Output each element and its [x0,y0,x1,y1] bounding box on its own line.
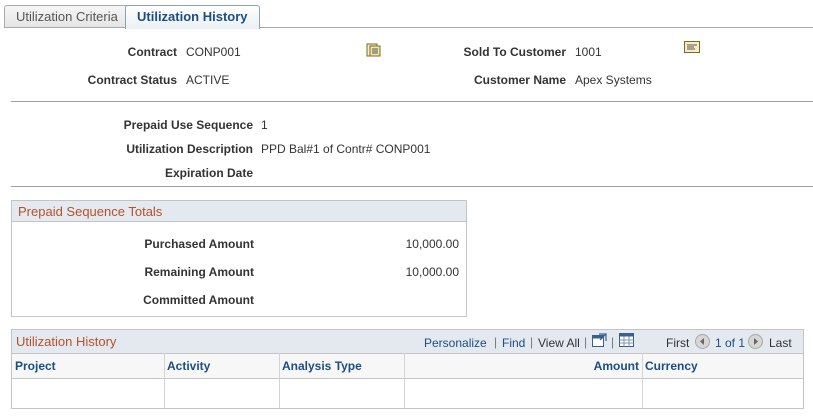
tab-utilization-criteria[interactable]: Utilization Criteria [4,5,130,28]
section-divider-top [11,101,813,102]
last-link[interactable]: Last [769,336,792,350]
utilization-description-value: PPD Bal#1 of Contr# CONP001 [261,142,431,156]
toolbar-separator: | [584,335,588,349]
utilization-description-label: Utilization Description [126,142,253,156]
address-card-icon[interactable] [684,40,700,54]
grid-column-headers: Project Activity Analysis Type Amount Cu… [12,353,803,379]
toolbar-separator: | [494,335,498,349]
column-divider [642,353,643,408]
column-divider [404,353,405,408]
row-range: 1 of 1 [715,336,746,350]
prepaid-sequence-totals-header: Prepaid Sequence Totals [12,201,466,222]
column-currency[interactable]: Currency [642,354,803,378]
toolbar-separator: | [530,335,534,349]
utilization-history-grid-title: Utilization History [16,334,117,349]
first-link[interactable]: First [666,336,689,350]
contract-value: CONP001 [186,45,241,59]
column-project[interactable]: Project [12,354,164,378]
section-divider-middle [11,186,813,187]
tab-utilization-history[interactable]: Utilization History [125,5,260,29]
prepaid-use-sequence-value: 1 [261,118,268,132]
prepaid-use-sequence-label: Prepaid Use Sequence [123,118,253,132]
sold-to-customer-label: Sold To Customer [463,45,566,59]
remaining-amount-value: 10,000.00 [405,265,459,279]
column-amount[interactable]: Amount [404,354,642,378]
remaining-amount-label: Remaining Amount [144,265,254,279]
column-divider [279,353,280,408]
customer-name-value: Apex Systems [575,73,652,87]
prepaid-sequence-totals-title: Prepaid Sequence Totals [18,204,163,219]
spreadsheet-icon[interactable] [619,333,634,347]
new-window-icon[interactable] [592,333,607,347]
tab-utilization-history-label: Utilization History [137,9,248,24]
purchased-amount-label: Purchased Amount [144,237,254,251]
personalize-link[interactable]: Personalize [424,336,487,350]
expiration-date-label: Expiration Date [164,166,253,180]
column-divider [164,353,165,408]
contract-status-label: Contract Status [87,73,177,87]
view-all-link[interactable]: View All [538,336,580,350]
customer-name-label: Customer Name [473,73,566,87]
contract-label: Contract [127,45,177,59]
column-activity[interactable]: Activity [164,354,279,378]
arrow-left-icon[interactable] [695,334,710,349]
contract-status-value: ACTIVE [186,73,230,87]
table-row [12,379,803,408]
find-link[interactable]: Find [502,336,525,350]
toolbar-separator: | [611,335,615,349]
committed-amount-label: Committed Amount [143,293,254,307]
purchased-amount-value: 10,000.00 [405,237,459,251]
utilization-history-grid-header: Utilization History Personalize | Find |… [12,330,803,353]
sold-to-customer-value: 1001 [575,45,602,59]
utilization-history-grid: Utilization History Personalize | Find |… [11,329,804,409]
tab-utilization-criteria-label: Utilization Criteria [16,9,118,24]
document-list-icon[interactable] [366,43,382,57]
column-analysis-type[interactable]: Analysis Type [279,354,404,378]
arrow-right-icon[interactable] [748,334,763,349]
